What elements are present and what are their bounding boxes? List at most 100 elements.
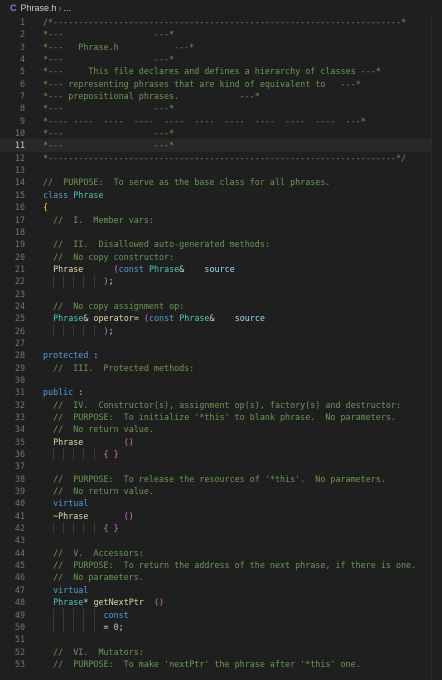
line-code: public :	[43, 386, 442, 398]
code-line[interactable]: 16 {	[0, 201, 442, 213]
code-line[interactable]: 21 Phrase (const Phrase& source	[0, 263, 442, 275]
code-line[interactable]: 45 // PURPOSE: To return the address of …	[0, 559, 442, 571]
code-line[interactable]: 22 );	[0, 275, 442, 288]
code-line[interactable]: 38 // PURPOSE: To release the resources …	[0, 473, 442, 485]
code-line[interactable]: 33 // PURPOSE: To initialize '*this' to …	[0, 411, 442, 423]
code-line[interactable]: 12 *-------------------------------------…	[0, 152, 442, 164]
code-token: // I. Member vars:	[53, 214, 154, 225]
code-line[interactable]: 24 // No copy assignment op:	[0, 300, 442, 312]
code-line[interactable]: 23	[0, 288, 442, 300]
code-line[interactable]: 28 protected :	[0, 349, 442, 361]
line-number: 6	[19, 78, 25, 89]
code-token: // No return value.	[53, 424, 154, 435]
code-line[interactable]: 49 const	[0, 608, 442, 621]
code-token: *---- ---- ---- ---- ---- ---- ---- ----…	[43, 115, 366, 126]
code-line[interactable]: 37	[0, 460, 442, 472]
code-line[interactable]: 35 Phrase ()	[0, 436, 442, 448]
vertical-scrollbar[interactable]	[431, 16, 442, 680]
code-line[interactable]: 19 // II. Disallowed auto-generated meth…	[0, 238, 442, 250]
code-line[interactable]: 41 ~Phrase ()	[0, 510, 442, 522]
code-line[interactable]: 13	[0, 164, 442, 176]
code-token: Phrase	[53, 263, 84, 274]
indent-guide	[83, 448, 85, 461]
code-token: source	[204, 263, 235, 274]
code-line[interactable]: 8 *--- ---*	[0, 102, 442, 114]
code-line[interactable]: 32 // IV. Constructor(s), assignment op(…	[0, 399, 442, 411]
code-line[interactable]: 4 *--- ---*	[0, 53, 442, 65]
code-line[interactable]: 25 Phrase& operator= (const Phrase& sour…	[0, 312, 442, 324]
indent-guide	[73, 324, 75, 337]
code-line[interactable]: 48 Phrase* getNextPtr ()	[0, 596, 442, 608]
code-line[interactable]: 34 // No return value.	[0, 423, 442, 435]
code-token: // No copy assignment op:	[53, 300, 185, 311]
code-line[interactable]: 42 { }	[0, 522, 442, 535]
code-line[interactable]: 46 // No parameters.	[0, 571, 442, 583]
breadcrumb-symbol[interactable]: ...	[64, 3, 72, 13]
code-line[interactable]: 6 *--- representing phrases that are kind…	[0, 78, 442, 90]
code-line[interactable]: 17 // I. Member vars:	[0, 214, 442, 226]
line-code: // PURPOSE: To initialize '*this' to bla…	[43, 411, 442, 423]
line-code: // II. Disallowed auto-generated methods…	[43, 238, 442, 250]
code-line[interactable]: 40 virtual	[0, 497, 442, 509]
code-line[interactable]: 9 *---- ---- ---- ---- ---- ---- ---- ---…	[0, 115, 442, 127]
code-token: :	[73, 387, 84, 398]
code-line[interactable]: 27	[0, 337, 442, 349]
code-token: // PURPOSE: To return the address of the…	[53, 560, 417, 571]
code-line[interactable]: 1 /*-------------------------------------…	[0, 16, 442, 28]
line-code: );	[43, 275, 442, 288]
code-token: public	[43, 387, 74, 398]
code-line[interactable]: 26 );	[0, 324, 442, 337]
indent-guide	[53, 324, 55, 337]
line-code: const	[43, 608, 442, 621]
chevron-right-icon: ›	[58, 3, 62, 13]
code-line[interactable]: 53 // PURPOSE: To make 'nextPtr' the phr…	[0, 658, 442, 670]
line-code: virtual	[43, 584, 442, 596]
line-code: // V. Accessors:	[43, 547, 442, 559]
code-token: { }	[103, 449, 119, 460]
line-number: 47	[14, 584, 25, 595]
code-line[interactable]: 11 *--- ---*	[0, 139, 442, 152]
code-line[interactable]: 36 { }	[0, 448, 442, 461]
code-token: protected	[43, 350, 89, 361]
indent-guide	[73, 608, 75, 621]
line-code: // PURPOSE: To release the resources of …	[43, 473, 442, 485]
code-token: { }	[103, 523, 119, 534]
line-code: *--- This file declares and defines a hi…	[43, 65, 442, 77]
code-line[interactable]: 7 *--- prepositional phrases. ---*	[0, 90, 442, 102]
code-line[interactable]: 52 // VI. Mutators:	[0, 646, 442, 658]
code-line[interactable]: 30	[0, 374, 442, 386]
code-line[interactable]: 18	[0, 226, 442, 238]
line-number: 48	[14, 597, 25, 608]
code-token: *--- This file declares and defines a hi…	[43, 66, 381, 77]
code-line[interactable]: 2 *--- ---*	[0, 28, 442, 40]
code-line[interactable]: 20 // No copy constructor:	[0, 251, 442, 263]
code-line[interactable]: 44 // V. Accessors:	[0, 547, 442, 559]
code-line[interactable]: 50 = 0;	[0, 620, 442, 634]
code-editor[interactable]: 1 /*-------------------------------------…	[0, 16, 442, 680]
code-token: Phrase	[53, 436, 84, 447]
code-line[interactable]: 15 class Phrase	[0, 189, 442, 201]
code-line[interactable]: 14 // PURPOSE: To serve as the base class…	[0, 176, 442, 188]
breadcrumb-file-name[interactable]: Phrase.h	[21, 3, 57, 13]
code-line[interactable]: 43	[0, 534, 442, 546]
code-line[interactable]: 47 virtual	[0, 584, 442, 596]
line-number: 21	[14, 263, 25, 274]
code-line[interactable]: 39 // No return value.	[0, 485, 442, 497]
code-line[interactable]: 29 // III. Protected methods:	[0, 362, 442, 374]
code-token: *--- prepositional phrases. ---*	[43, 91, 260, 102]
indent-guide	[53, 275, 55, 288]
code-line[interactable]: 5 *--- This file declares and defines a h…	[0, 65, 442, 77]
code-lines[interactable]: 1 /*-------------------------------------…	[0, 16, 442, 670]
code-line[interactable]: 31 public :	[0, 386, 442, 398]
line-code: Phrase* getNextPtr ()	[43, 596, 442, 608]
code-line[interactable]: 10 *--- ---*	[0, 127, 442, 139]
line-number: 32	[14, 399, 25, 410]
code-line[interactable]: 3 *--- Phrase.h ---*	[0, 41, 442, 53]
code-line[interactable]: 51	[0, 633, 442, 645]
